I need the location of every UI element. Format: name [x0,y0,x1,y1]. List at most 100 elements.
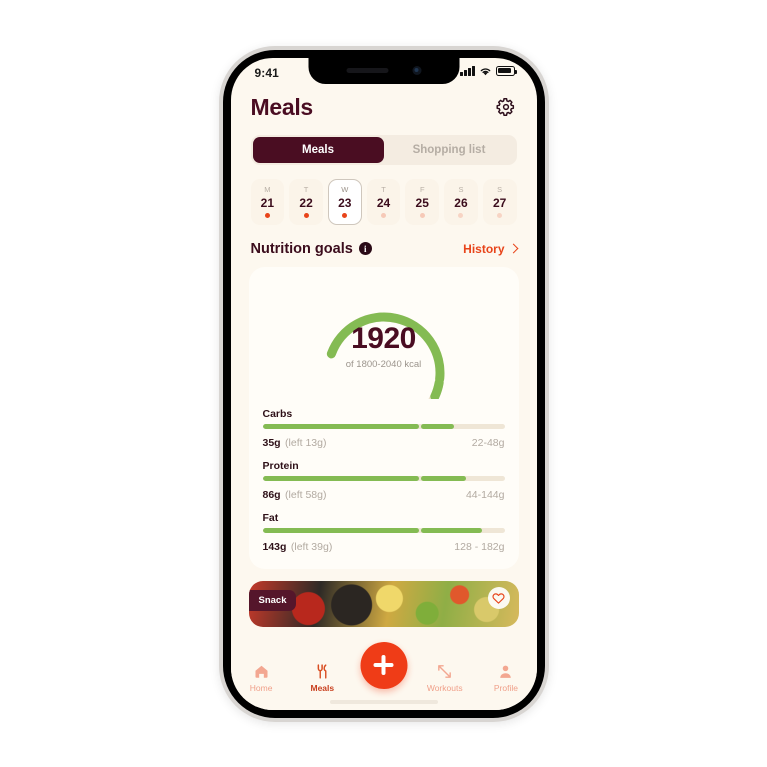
page-title: Meals [250,93,314,120]
macro-bar-segment [262,527,419,533]
favorite-button[interactable] [487,586,510,609]
date-strip[interactable]: M 21 T 22 W 23 T 24 F 25 S 26 S 27 [231,165,537,225]
macro-current: 86g [262,488,281,501]
gauge-center-labels: 1920 of 1800-2040 kcal [345,321,422,370]
macro-range: 128 - 182g [454,540,505,553]
date-cell-25[interactable]: F 25 [405,178,440,225]
macro-name: Protein [262,459,299,472]
date-dow: W [341,184,349,194]
tab-workouts-label: Workouts [426,682,463,693]
macro-range: 22-48g [471,436,505,449]
macro-row: Carbs 35g (left 13g) 22-48g [262,407,505,451]
wifi-icon [480,67,490,75]
chevron-right-icon [508,243,518,254]
macro-progress-bar [262,475,505,481]
home-icon [255,665,268,678]
macro-progress-bar [262,423,505,429]
tab-home[interactable]: Home [231,663,292,693]
meal-logged-dot [458,212,464,218]
calorie-value: 1920 [351,321,416,355]
calorie-gauge: 1920 of 1800-2040 kcal [263,281,505,399]
date-number: 25 [415,195,429,210]
tab-profile-label: Profile [493,682,518,693]
macro-row: Protein 86g (left 58g) 44-144g [262,459,505,503]
phone-screen: 9:41 Meals Meals Shopping list M 21 T 22… [230,57,537,710]
meal-card[interactable]: Snack [248,580,519,627]
meal-type-badge: Snack [248,589,296,611]
macro-current: 35g [262,436,281,449]
date-dow: S [497,184,503,194]
macro-bar-segment [262,475,419,481]
macro-row: Fat 143g (left 39g) 128 - 182g [262,511,505,555]
status-icons [460,65,517,76]
macro-name: Fat [262,511,279,524]
meal-logged-dot [381,212,387,218]
home-indicator [329,699,438,704]
macro-list: Carbs 35g (left 13g) 22-48g Protein 86g (lef… [262,407,505,555]
notch [308,57,459,84]
front-camera-icon [412,66,421,75]
tab-meals-nav[interactable]: Meals [292,663,353,693]
macro-bar-segment [421,527,482,533]
tab-shopping-list[interactable]: Shopping list [384,137,515,163]
tab-meals-label: Meals [310,682,335,693]
date-dow: M [264,184,271,194]
macro-values: 35g (left 13g) 22-48g [263,433,505,451]
nutrition-card: 1920 of 1800-2040 kcal Carbs 35g (left 13… [248,266,519,569]
status-time: 9:41 [254,65,279,80]
heart-icon [492,592,505,604]
meal-logged-dot [419,212,425,218]
info-icon[interactable]: i [358,242,372,255]
workouts-icon [438,664,452,678]
macro-current-group: 143g (left 39g) [263,537,333,555]
macro-current-group: 35g (left 13g) [263,433,327,451]
macro-range: 44-144g [465,488,505,501]
date-dow: F [419,184,425,194]
date-number: 26 [454,195,468,210]
date-dow: S [458,184,464,194]
macro-left: (left 39g) [290,540,333,553]
macro-left: (left 58g) [285,488,327,501]
date-cell-21[interactable]: M 21 [250,178,285,225]
scroll-content: Meals Meals Shopping list M 21 T 22 W 23 T 24 F 2… [231,88,537,658]
cellular-signal-icon [460,65,475,76]
date-dow: T [381,184,386,194]
app-header: Meals [231,88,537,121]
gear-icon[interactable] [495,96,517,118]
date-number: 24 [376,195,391,210]
meal-logged-dot [303,212,309,218]
macro-bar-segment [262,423,419,429]
person-icon [500,665,512,678]
battery-icon [495,65,517,76]
calorie-range-label: of 1800-2040 kcal [345,358,422,370]
macro-bar-segment [421,423,454,429]
app-container: 9:41 Meals Meals Shopping list M 21 T 22… [230,58,537,710]
earpiece-speaker [346,68,388,73]
meal-logged-dot [342,212,348,218]
date-number: 23 [338,195,352,210]
meal-logged-dot [497,212,503,218]
add-meal-fab[interactable] [360,641,407,689]
tab-home-label: Home [249,682,273,693]
tab-workouts[interactable]: Workouts [414,663,475,693]
date-cell-27[interactable]: S 27 [482,178,517,225]
phone-mockup: 9:41 Meals Meals Shopping list M 21 T 22… [218,45,549,722]
section-header: Nutrition goals i History [231,225,537,257]
date-number: 22 [299,195,313,210]
cutlery-icon [317,663,327,679]
tab-meals[interactable]: Meals [252,136,384,163]
date-cell-23[interactable]: W 23 [327,178,362,225]
date-cell-22[interactable]: T 22 [289,178,323,225]
date-cell-24[interactable]: T 24 [366,178,401,225]
history-link[interactable]: History [463,242,518,256]
date-cell-26[interactable]: S 26 [444,178,478,225]
meal-logged-dot [264,212,270,218]
macro-name: Carbs [262,407,293,420]
bottom-tab-bar[interactable]: Home Meals Workouts Profile [230,641,537,710]
macro-current: 143g [262,540,287,553]
segmented-control[interactable]: Meals Shopping list [250,134,517,165]
date-dow: T [303,184,309,194]
macro-values: 143g (left 39g) 128 - 182g [263,537,505,555]
tab-profile[interactable]: Profile [475,663,536,693]
macro-values: 86g (left 58g) 44-144g [263,485,505,503]
